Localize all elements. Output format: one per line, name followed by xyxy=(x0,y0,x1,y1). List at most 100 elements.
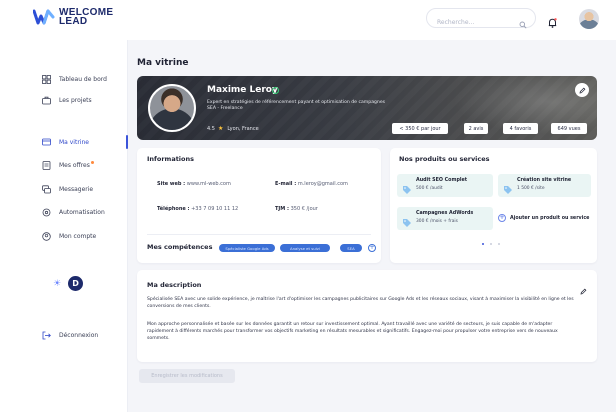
tag-icon xyxy=(402,180,412,199)
phone-value: +33 7 09 10 11 12 xyxy=(191,206,239,212)
sidebar-item-label: Les projets xyxy=(59,97,92,104)
sidebar-item-account[interactable]: Mon compte xyxy=(42,232,96,241)
save-button[interactable]: Enregistrer les modifications xyxy=(139,369,235,383)
product-name: Campagnes AdWords xyxy=(416,211,474,216)
user-avatar[interactable] xyxy=(579,9,599,29)
sidebar-item-label: Messagerie xyxy=(59,186,94,193)
logo[interactable]: WELCOME LEAD xyxy=(33,8,113,27)
website-row: Site web : www.ml-web.com xyxy=(157,181,231,187)
product-name: Audit SEO Complet xyxy=(416,178,468,183)
sidebar-item-offers[interactable]: Mes offres xyxy=(42,161,94,170)
active-indicator xyxy=(126,135,128,149)
storefront-icon xyxy=(42,138,51,147)
description-paragraph-1: Spécialisée SEA avec une solide expérien… xyxy=(147,297,574,309)
sidebar-item-label: Tableau de bord xyxy=(59,76,107,83)
notification-badge xyxy=(90,161,94,164)
website-value[interactable]: www.ml-web.com xyxy=(187,181,231,187)
add-skill-button[interactable]: + xyxy=(368,244,376,252)
search-icon[interactable] xyxy=(519,14,527,33)
stat-favorites[interactable]: 4 favoris xyxy=(503,123,538,134)
tjm-label: TJM : xyxy=(275,206,289,212)
skill-chip[interactable]: Analyse et suivi xyxy=(280,244,330,252)
carousel-dot[interactable] xyxy=(490,243,492,245)
verified-icon xyxy=(272,87,279,94)
theme-toggle[interactable]: ☀ D xyxy=(53,276,84,291)
add-product-button[interactable]: + Ajouter un produit ou service xyxy=(498,214,589,222)
sidebar: Tableau de bord Les projets Ma vitrine M… xyxy=(0,40,128,412)
tjm-value: 350 € /jour xyxy=(290,206,318,212)
skills-title: Mes compétences xyxy=(147,243,213,251)
plus-icon: + xyxy=(498,214,506,222)
product-card[interactable]: Campagnes AdWords 300 € /mois + frais xyxy=(397,207,493,230)
phone-row: Téléphone : +33 7 09 10 11 12 xyxy=(157,206,238,212)
product-name: Création site vitrine xyxy=(517,178,572,183)
profile-headline: Expert en stratégies de référencement pa… xyxy=(207,100,385,112)
carousel-dot[interactable] xyxy=(482,243,484,245)
page-title: Ma vitrine xyxy=(137,58,189,68)
edit-description-icon[interactable] xyxy=(580,280,587,299)
products-card xyxy=(390,148,597,263)
automation-icon xyxy=(42,208,51,217)
skill-chip[interactable]: Spécialiste Google Ads xyxy=(219,244,275,252)
info-title: Informations xyxy=(147,155,195,163)
sun-icon[interactable]: ☀ xyxy=(53,279,61,289)
sidebar-item-label: Mon compte xyxy=(59,233,97,240)
stat-views: 649 vues xyxy=(551,123,587,134)
description-title: Ma description xyxy=(147,281,202,289)
sidebar-item-label: Déconnexion xyxy=(59,332,99,339)
edit-banner-button[interactable] xyxy=(575,83,589,97)
add-product-label: Ajouter un produit ou service xyxy=(510,215,590,221)
dark-mode-button[interactable]: D xyxy=(68,276,84,291)
description-paragraph-2: Mon approche personnalisée et basée sur … xyxy=(147,322,558,341)
description-card xyxy=(137,270,597,362)
sidebar-item-messaging[interactable]: Messagerie xyxy=(42,185,93,194)
search-input[interactable] xyxy=(437,13,521,32)
search-box xyxy=(426,8,536,32)
profile-name: Maxime Leroy xyxy=(207,85,278,95)
stat-daily-rate: < 350 € par jour xyxy=(392,123,448,134)
sidebar-item-logout[interactable]: Déconnexion xyxy=(42,331,98,340)
products-title: Nos produits ou services xyxy=(399,155,490,163)
tag-icon xyxy=(503,180,513,199)
top-bar: WELCOME LEAD xyxy=(0,0,616,40)
product-price: 1 500 € /site xyxy=(517,186,545,191)
offers-icon xyxy=(42,161,51,170)
product-card[interactable]: Création site vitrine 1 500 € /site xyxy=(498,174,591,197)
product-price: 300 € /mois + frais xyxy=(416,219,458,224)
email-label: E-mail : xyxy=(275,181,297,187)
logo-line-2: LEAD xyxy=(59,16,88,27)
product-card[interactable]: Audit SEO Complet 500 € /audit xyxy=(397,174,493,197)
carousel-dot[interactable] xyxy=(498,243,500,245)
website-label: Site web : xyxy=(157,181,186,187)
account-icon xyxy=(42,232,51,241)
pencil-icon xyxy=(579,87,585,93)
tag-icon xyxy=(402,213,412,232)
briefcase-icon xyxy=(42,96,51,105)
star-icon: ★ xyxy=(217,125,224,132)
sidebar-item-dashboard[interactable]: Tableau de bord xyxy=(42,75,107,84)
notification-bell-icon[interactable] xyxy=(548,13,557,32)
carousel-dots xyxy=(482,243,506,245)
email-value[interactable]: m.leroy@gmail.com xyxy=(298,181,348,187)
profile-photo[interactable] xyxy=(148,84,196,132)
logo-icon xyxy=(33,9,55,25)
sidebar-item-automation[interactable]: Automatisation xyxy=(42,208,105,217)
phone-label: Téléphone : xyxy=(157,206,190,212)
tjm-row: TJM : 350 € /jour xyxy=(275,206,318,212)
profile-subline: SEA - Freelance xyxy=(207,106,243,111)
profile-location: Lyon, France xyxy=(227,125,259,132)
dashboard-icon xyxy=(42,75,51,84)
logout-icon xyxy=(42,331,51,340)
sidebar-item-label: Automatisation xyxy=(59,209,105,216)
email-row: E-mail : m.leroy@gmail.com xyxy=(275,181,348,187)
sidebar-item-projects[interactable]: Les projets xyxy=(42,96,92,105)
info-divider xyxy=(147,234,371,235)
sidebar-item-label: Mes offres xyxy=(59,162,90,169)
profile-meta: 4.5 ★ Lyon, France xyxy=(207,125,259,132)
skill-chip[interactable]: SEA xyxy=(340,244,362,252)
chat-icon xyxy=(42,185,51,194)
profile-rating: 4.5 xyxy=(207,125,215,132)
product-price: 500 € /audit xyxy=(416,186,443,191)
sidebar-item-showcase[interactable]: Ma vitrine xyxy=(42,138,89,147)
stat-reviews[interactable]: 2 avis xyxy=(464,123,488,134)
